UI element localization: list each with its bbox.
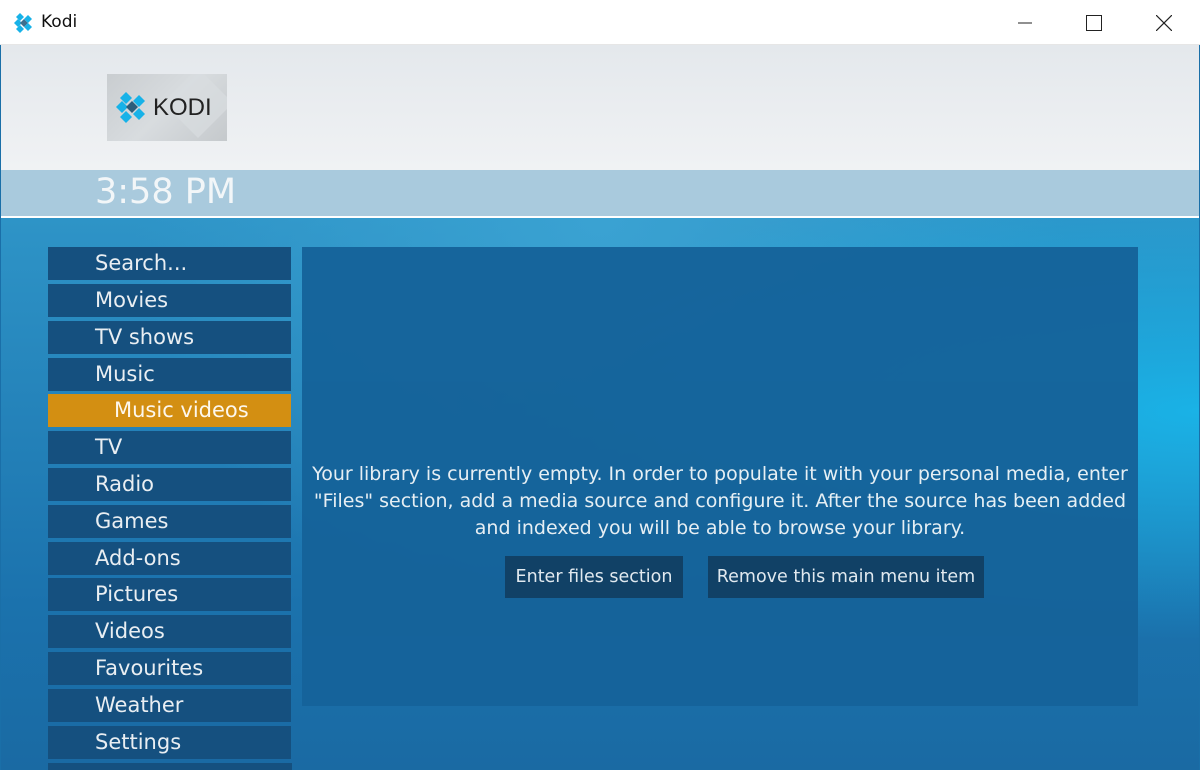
kodi-logo: KODI	[107, 74, 227, 141]
close-icon	[1156, 14, 1172, 31]
menu-item-games[interactable]: Games	[48, 505, 291, 538]
content-panel: Your library is currently empty. In orde…	[302, 247, 1138, 706]
header: KODI	[1, 45, 1199, 170]
menu-item-favourites[interactable]: Favourites	[48, 652, 291, 685]
menu-item-music[interactable]: Music	[48, 358, 291, 391]
menu-item-tv[interactable]: TV	[48, 431, 291, 464]
window-title: Kodi	[41, 12, 78, 32]
menu-item-weather[interactable]: Weather	[48, 689, 291, 722]
minimize-button[interactable]	[990, 0, 1060, 45]
window-titlebar: Kodi	[0, 0, 1200, 45]
kodi-icon	[116, 92, 145, 123]
menu-item-settings[interactable]: Settings	[48, 726, 291, 759]
main-area: Search... Movies TV shows Music Music vi…	[1, 218, 1199, 770]
kodi-icon	[14, 13, 34, 33]
close-button[interactable]	[1129, 0, 1199, 45]
menu-item-partial[interactable]	[48, 763, 292, 770]
clock-bar: 3:58 PM	[1, 170, 1199, 218]
menu-item-tv-shows[interactable]: TV shows	[48, 321, 291, 354]
logo-text: KODI	[153, 94, 212, 121]
menu-item-movies[interactable]: Movies	[48, 284, 291, 317]
message-line-1: Your library is currently empty. In orde…	[312, 463, 1128, 485]
clock: 3:58 PM	[95, 172, 237, 212]
remove-menu-item-button[interactable]: Remove this main menu item	[708, 556, 984, 598]
message-line-3: and indexed you will be able to browse y…	[474, 517, 966, 539]
menu-item-search[interactable]: Search...	[48, 247, 291, 280]
menu-item-radio[interactable]: Radio	[48, 468, 291, 501]
enter-files-section-button[interactable]: Enter files section	[505, 556, 683, 598]
menu-item-music-videos[interactable]: Music videos	[48, 394, 291, 427]
message-line-2: "Files" section, add a media source and …	[313, 490, 1127, 512]
menu-item-add-ons[interactable]: Add-ons	[48, 542, 291, 575]
menu-item-videos[interactable]: Videos	[48, 615, 291, 648]
maximize-icon	[1086, 14, 1102, 31]
maximize-button[interactable]	[1059, 0, 1129, 45]
menu-item-pictures[interactable]: Pictures	[48, 578, 291, 611]
minimize-icon	[1018, 22, 1032, 23]
empty-library-message: Your library is currently empty. In orde…	[302, 461, 1138, 542]
